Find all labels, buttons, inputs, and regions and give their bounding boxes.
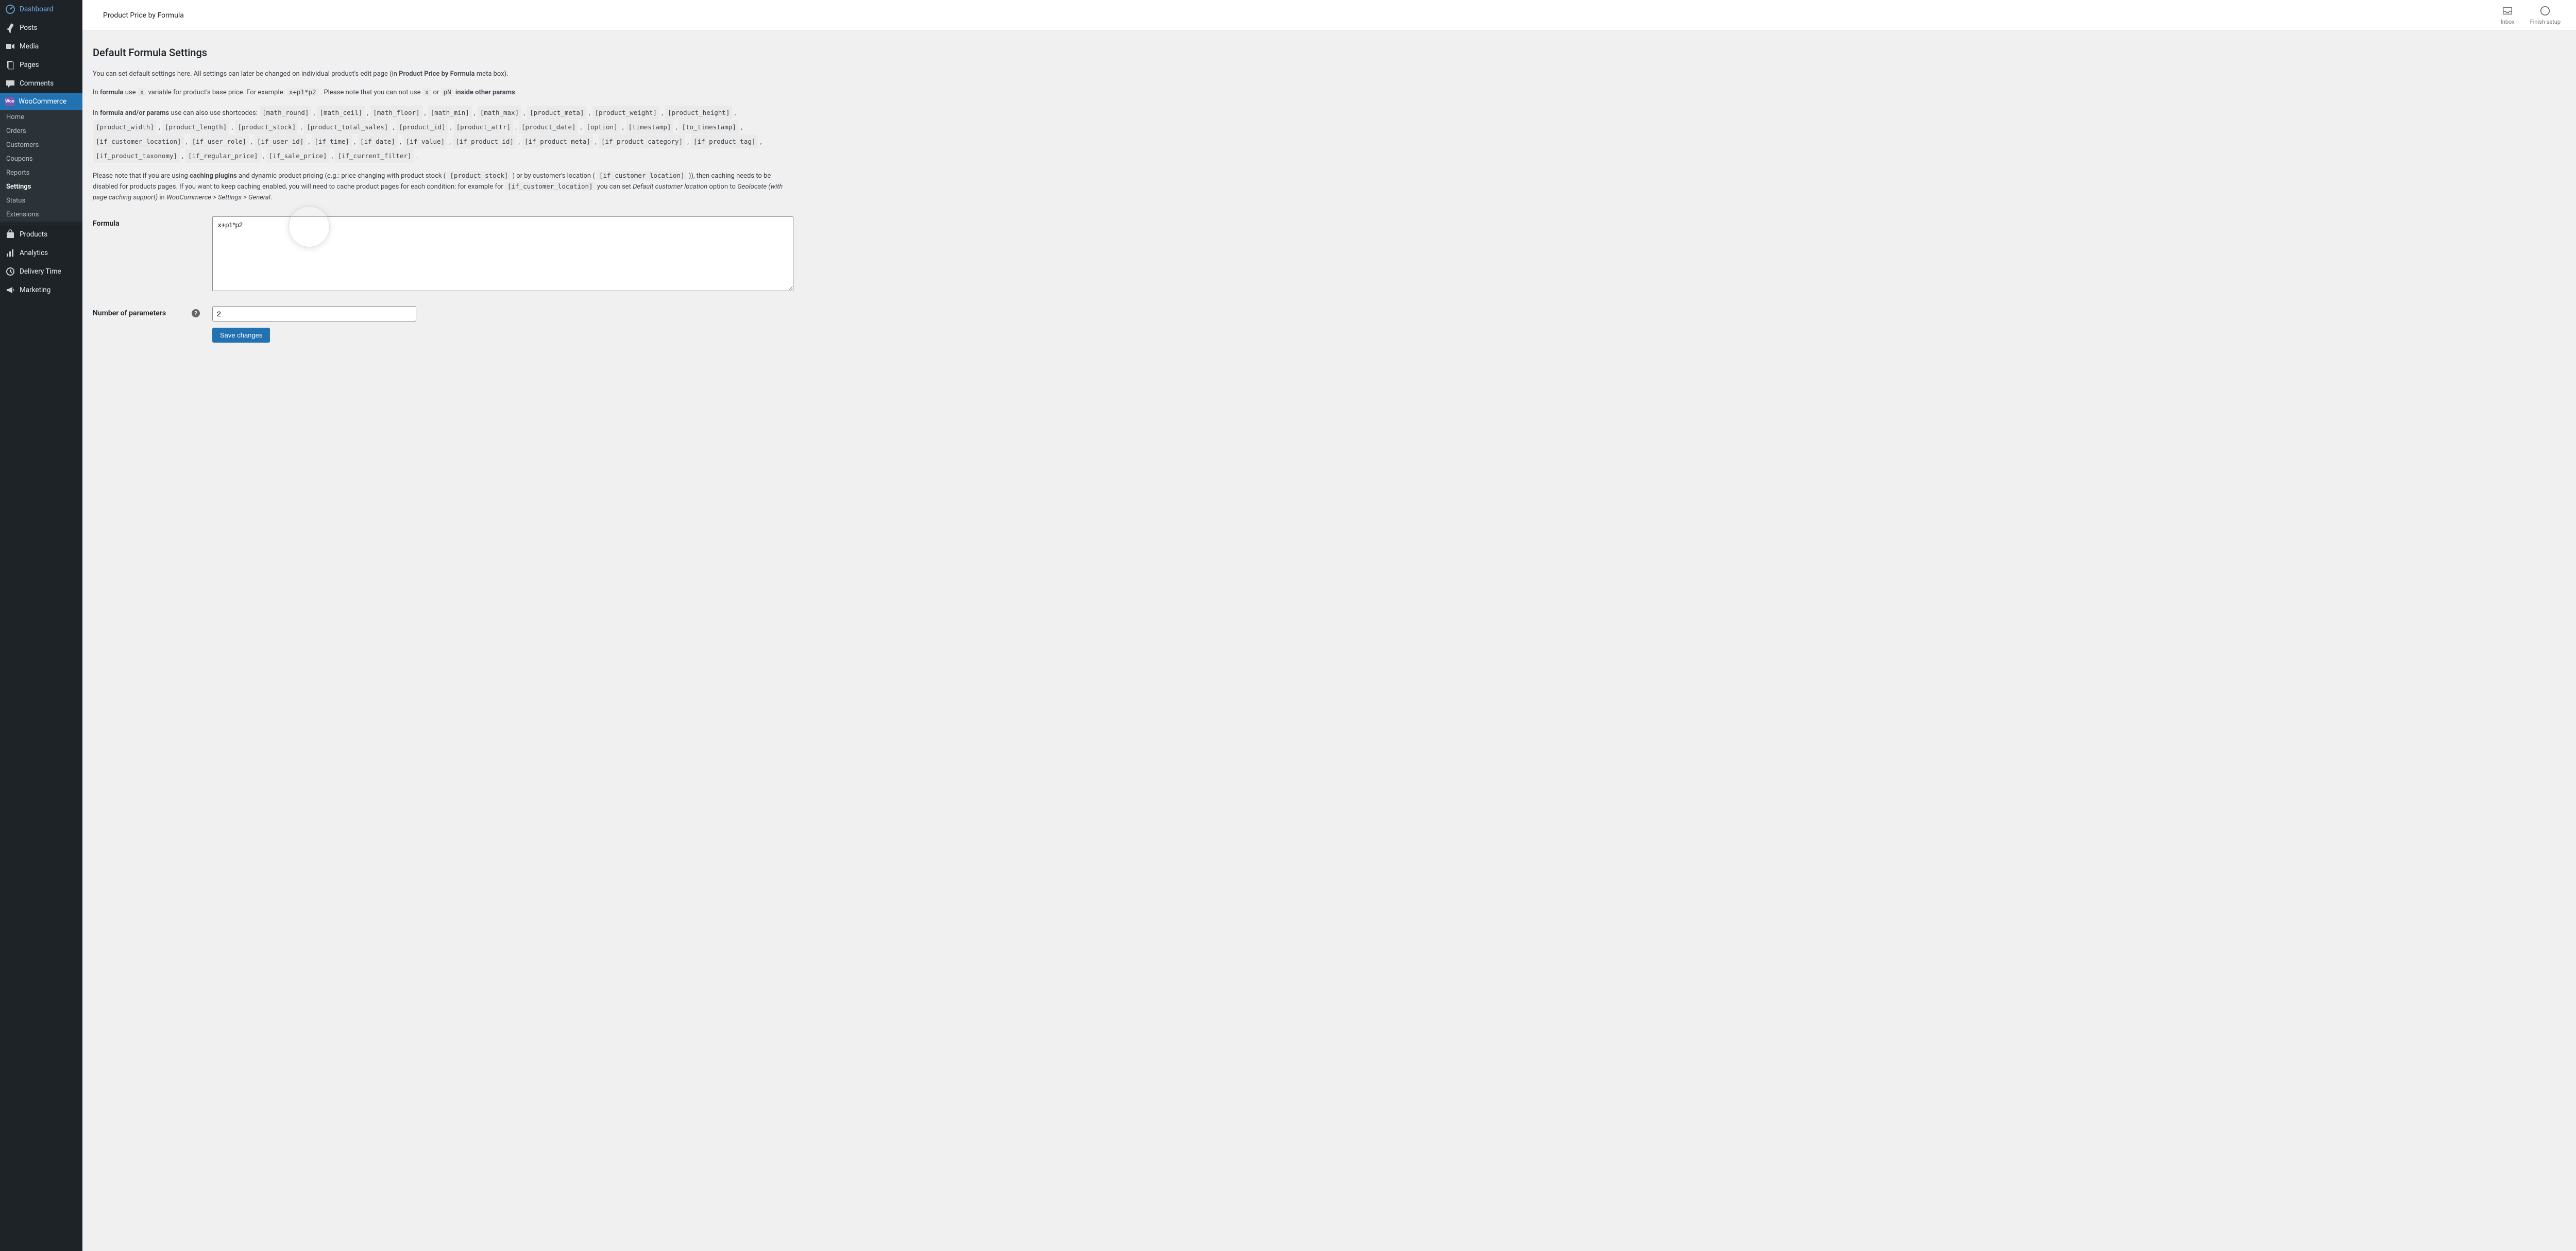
shortcode-tag: [product_length] bbox=[162, 120, 229, 134]
shortcode-tag: [to_timestamp] bbox=[679, 120, 738, 134]
formula-textarea[interactable] bbox=[212, 216, 793, 291]
desc-3: In formula and/or params use can also us… bbox=[93, 106, 793, 163]
shortcode-tag: [if_sale_price] bbox=[266, 149, 330, 163]
code-customer-loc: [if_customer_location] bbox=[597, 171, 687, 180]
woo-icon: Woo bbox=[5, 97, 14, 106]
shortcode-tag: [if_time] bbox=[312, 134, 352, 148]
sidebar-item-label: WooCommerce bbox=[19, 97, 66, 106]
page-title: Product Price by Formula bbox=[93, 11, 2501, 20]
sidebar-item-media[interactable]: Media bbox=[0, 37, 82, 56]
inbox-button[interactable]: Inbox bbox=[2501, 5, 2515, 25]
sidebar-item-marketing[interactable]: Marketing bbox=[0, 281, 82, 299]
formula-label: Formula bbox=[93, 216, 212, 228]
shortcode-tag: [if_user_id] bbox=[255, 134, 306, 148]
num-params-input[interactable] bbox=[212, 306, 416, 322]
shortcode-tag: [if_regular_price] bbox=[185, 149, 260, 163]
shortcode-tag: [product_date] bbox=[519, 120, 578, 134]
sidebar-sub-home[interactable]: Home bbox=[0, 110, 82, 124]
comments-icon bbox=[5, 78, 15, 89]
shortcode-tag: [if_user_role] bbox=[190, 134, 249, 148]
help-icon[interactable]: ? bbox=[192, 309, 200, 317]
shortcode-tag: [if_product_tag] bbox=[691, 134, 758, 148]
shortcode-tag: [math_ceil] bbox=[317, 106, 365, 120]
code-x: x bbox=[138, 88, 147, 96]
code-x2: x bbox=[422, 88, 432, 96]
products-icon bbox=[5, 229, 15, 240]
shortcode-tag: [if_value] bbox=[403, 134, 447, 148]
sidebar-item-label: Comments bbox=[20, 79, 54, 88]
sidebar-item-label: Dashboard bbox=[20, 5, 53, 13]
shortcode-tag: [math_max] bbox=[478, 106, 521, 120]
sidebar-item-dashboard[interactable]: Dashboard bbox=[0, 0, 82, 19]
sidebar-item-label: Pages bbox=[20, 61, 39, 69]
sidebar-item-analytics[interactable]: Analytics bbox=[0, 244, 82, 262]
inbox-label: Inbox bbox=[2501, 19, 2515, 25]
sidebar-item-label: Analytics bbox=[20, 249, 48, 257]
shortcode-tag: [if_product_category] bbox=[599, 134, 685, 148]
finish-label: Finish setup bbox=[2530, 19, 2561, 25]
code-example: x+p1*p2 bbox=[286, 88, 319, 96]
shortcode-tag: [product_total_sales] bbox=[304, 120, 391, 134]
shortcode-tag: [product_meta] bbox=[527, 106, 586, 120]
pin-icon bbox=[5, 23, 15, 33]
desc-4: Please note that if you are using cachin… bbox=[93, 171, 793, 204]
dashboard-icon bbox=[5, 4, 15, 14]
section-heading: Default Formula Settings bbox=[93, 46, 793, 59]
sidebar-sub-customers[interactable]: Customers bbox=[0, 138, 82, 152]
sidebar-item-delivery-time[interactable]: Delivery Time bbox=[0, 262, 82, 281]
sidebar-sub-reports[interactable]: Reports bbox=[0, 166, 82, 180]
sidebar-item-label: Marketing bbox=[20, 286, 50, 294]
shortcode-tag: [product_width] bbox=[93, 120, 157, 134]
sidebar-sub-orders[interactable]: Orders bbox=[0, 124, 82, 138]
sidebar-item-products[interactable]: Products bbox=[0, 225, 82, 244]
sidebar-submenu: Home Orders Customers Coupons Reports Se… bbox=[0, 110, 82, 222]
shortcode-tag: [math_floor] bbox=[370, 106, 422, 120]
finish-setup-button[interactable]: Finish setup bbox=[2530, 5, 2561, 25]
shortcode-tag: [option] bbox=[584, 120, 620, 134]
desc-2: In formula use x variable for product's … bbox=[93, 87, 793, 98]
media-icon bbox=[5, 41, 15, 52]
shortcode-tag: [if_current_filter] bbox=[335, 149, 414, 163]
shortcode-tag: [if_product_taxonomy] bbox=[93, 149, 180, 163]
pages-icon bbox=[5, 60, 15, 70]
inbox-icon bbox=[2502, 5, 2513, 16]
sidebar-item-posts[interactable]: Posts bbox=[0, 19, 82, 37]
shortcode-tag: [product_height] bbox=[665, 106, 732, 120]
admin-sidebar: Dashboard Posts Media Pages Comments Woo… bbox=[0, 0, 82, 1251]
shortcode-tag: [if_customer_location] bbox=[93, 134, 184, 148]
shortcode-tag: [math_min] bbox=[428, 106, 472, 120]
save-button[interactable]: Save changes bbox=[212, 328, 270, 343]
sidebar-item-pages[interactable]: Pages bbox=[0, 56, 82, 74]
code-product-stock: [product_stock] bbox=[447, 171, 511, 180]
sidebar-item-comments[interactable]: Comments bbox=[0, 74, 82, 93]
shortcode-tag: [math_round] bbox=[260, 106, 311, 120]
shortcode-tag: [product_stock] bbox=[235, 120, 298, 134]
code-pn: pN bbox=[441, 88, 454, 96]
analytics-icon bbox=[5, 248, 15, 258]
sidebar-sub-settings[interactable]: Settings bbox=[0, 180, 82, 194]
sidebar-sub-extensions[interactable]: Extensions bbox=[0, 208, 82, 222]
shortcode-tag: [if_product_id] bbox=[453, 134, 516, 148]
shortcode-tag: [if_date] bbox=[358, 134, 398, 148]
circle-icon bbox=[2539, 5, 2551, 16]
sidebar-item-woocommerce[interactable]: Woo WooCommerce bbox=[0, 93, 82, 110]
desc-1: You can set default settings here. All s… bbox=[93, 69, 793, 80]
sidebar-item-label: Products bbox=[20, 230, 47, 239]
num-params-label: Number of parameters ? bbox=[93, 306, 212, 317]
shortcode-tag: [product_id] bbox=[396, 120, 448, 134]
code-customer-loc2: [if_customer_location] bbox=[505, 182, 596, 191]
shortcode-tag: [product_weight] bbox=[592, 106, 659, 120]
sidebar-item-label: Delivery Time bbox=[20, 267, 61, 276]
megaphone-icon bbox=[5, 285, 15, 295]
sidebar-sub-status[interactable]: Status bbox=[0, 194, 82, 208]
clock-icon bbox=[5, 266, 15, 277]
shortcode-tag: [if_product_meta] bbox=[522, 134, 593, 148]
topbar: Product Price by Formula Inbox Finish se… bbox=[82, 0, 2576, 31]
shortcode-tag: [timestamp] bbox=[626, 120, 674, 134]
sidebar-item-label: Posts bbox=[20, 24, 37, 32]
sidebar-sub-coupons[interactable]: Coupons bbox=[0, 152, 82, 166]
shortcode-tag: [product_attr] bbox=[454, 120, 513, 134]
sidebar-item-label: Media bbox=[20, 42, 39, 50]
